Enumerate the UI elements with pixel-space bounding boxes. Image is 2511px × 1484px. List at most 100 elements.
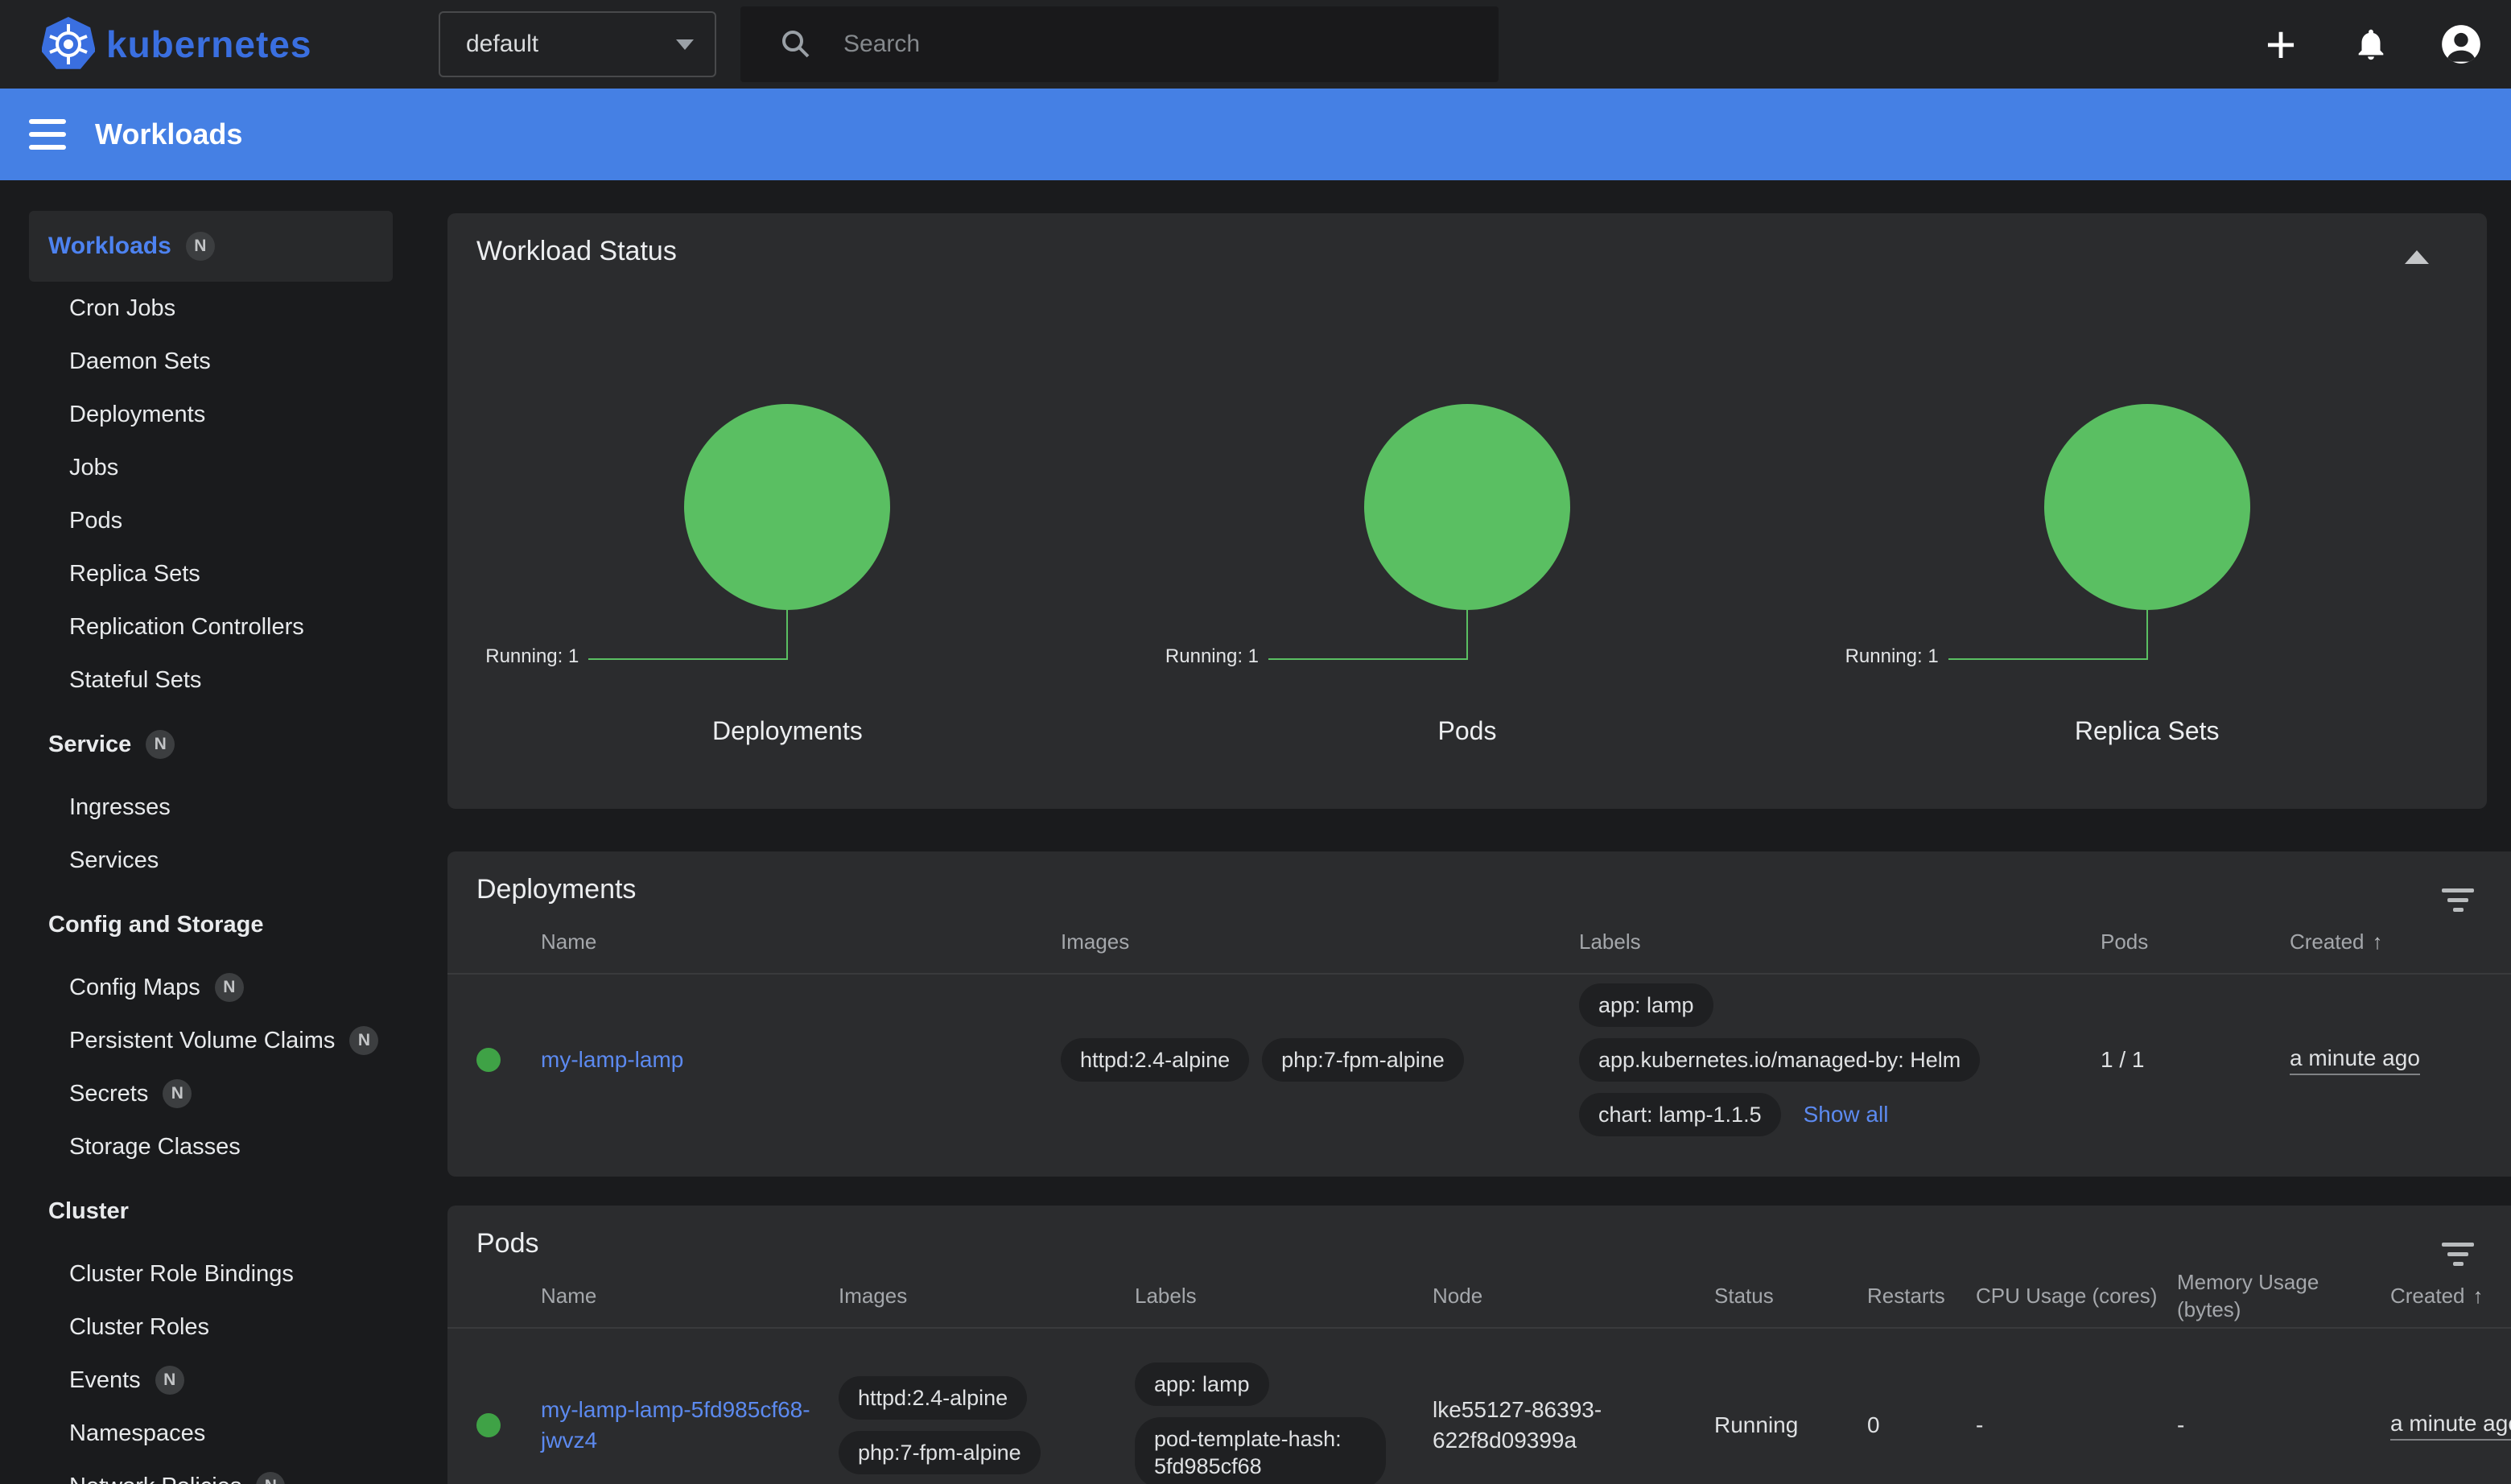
user-menu-button[interactable] (2439, 22, 2484, 67)
sidebar-item-ingresses[interactable]: Ingresses (0, 781, 418, 834)
workload-status-charts: Running: 1 Deployments Running: 1 Pods R… (447, 404, 2487, 758)
column-status-dot (447, 1264, 541, 1327)
new-badge: N (163, 1079, 192, 1108)
pods-title: Pods (476, 1228, 539, 1259)
collapse-icon[interactable] (2405, 250, 2429, 264)
brand-title[interactable]: kubernetes (106, 0, 311, 89)
column-status (447, 910, 541, 973)
column-labels: Labels (1135, 1264, 1433, 1327)
column-restarts: Restarts (1867, 1264, 1976, 1327)
table-row: my-lamp-lamp httpd:2.4-alpine php:7-fpm-… (447, 973, 2511, 1145)
filter-icon[interactable] (2440, 884, 2476, 916)
sidebar-item-events[interactable]: Events N (0, 1354, 418, 1407)
new-badge: N (349, 1026, 378, 1055)
chevron-down-icon (676, 39, 694, 50)
image-chip: httpd:2.4-alpine (839, 1376, 1027, 1420)
new-badge: N (146, 730, 175, 759)
image-chip: php:7-fpm-alpine (1262, 1038, 1464, 1082)
column-labels: Labels (1579, 910, 2101, 973)
search-input[interactable] (843, 6, 1499, 82)
sidebar-item-replication-controllers[interactable]: Replication Controllers (0, 600, 418, 653)
sidebar-item-secrets[interactable]: Secrets N (0, 1067, 418, 1120)
pod-name-link[interactable]: my-lamp-lamp-5fd985cf68-jwvz4 (541, 1395, 839, 1456)
pie-chart-deployments: Running: 1 Deployments (447, 404, 1128, 758)
deployment-name-link[interactable]: my-lamp-lamp (541, 1045, 699, 1075)
label-chip: pod-template-hash: 5fd985cf68 (1135, 1417, 1386, 1484)
pie-callout-label: Running: 1 (1165, 645, 1259, 668)
sidebar-item-persistent-volume-claims[interactable]: Persistent Volume Claims N (0, 1014, 418, 1067)
status-ok-icon (476, 1413, 501, 1437)
pie-chart-title: Deployments (447, 716, 1128, 746)
column-created[interactable]: Created ↑ (2290, 910, 2511, 973)
create-button[interactable]: + (2258, 22, 2303, 67)
search-bar (740, 6, 1499, 82)
pod-status-value: Running (1714, 1410, 1798, 1441)
status-ok-icon (476, 1048, 501, 1072)
column-status: Status (1714, 1264, 1867, 1327)
pie-chart-pods: Running: 1 Pods (1128, 404, 1808, 758)
sidebar-item-config-maps[interactable]: Config Maps N (0, 961, 418, 1014)
node-value: lke55127-86393-622f8d09399a (1433, 1395, 1714, 1456)
sidebar-item-storage-classes[interactable]: Storage Classes (0, 1120, 418, 1173)
sidebar-item-jobs[interactable]: Jobs (0, 441, 418, 494)
menu-button[interactable] (29, 119, 66, 150)
app-bar: Workloads (0, 89, 2511, 180)
pods-card: Pods Name Images Labels Node Status Rest… (447, 1206, 2511, 1484)
label-chip: app: lamp (1579, 983, 1713, 1027)
new-badge: N (256, 1472, 285, 1484)
pie-callout-label: Running: 1 (1845, 645, 1939, 668)
pods-table-header: Name Images Labels Node Status Restarts … (447, 1264, 2511, 1327)
table-row: my-lamp-lamp-5fd985cf68-jwvz4 httpd:2.4-… (447, 1327, 2511, 1484)
show-all-link[interactable]: Show all (1804, 1102, 1889, 1127)
avatar-icon (2440, 23, 2482, 65)
callout-line (786, 610, 788, 660)
label-chip: app.kubernetes.io/managed-by: Helm (1579, 1038, 1980, 1082)
sidebar-item-cron-jobs[interactable]: Cron Jobs (0, 282, 418, 335)
new-badge: N (155, 1366, 184, 1395)
column-node: Node (1433, 1264, 1714, 1327)
kubernetes-logo-icon[interactable] (42, 16, 95, 72)
column-cpu-usage: CPU Usage (cores) (1976, 1264, 2177, 1327)
sidebar-item-cluster-role-bindings[interactable]: Cluster Role Bindings (0, 1247, 418, 1301)
sidebar-item-pods[interactable]: Pods (0, 494, 418, 547)
callout-line (1466, 610, 1468, 660)
pie-chart-title: Pods (1128, 716, 1808, 746)
sidebar-item-workloads[interactable]: Workloads N (29, 211, 393, 282)
label-chip: chart: lamp-1.1.5 (1579, 1093, 1781, 1136)
deployments-table-header: Name Images Labels Pods Created ↑ (447, 910, 2511, 973)
namespace-selector[interactable]: default (439, 11, 716, 77)
deployments-card: Deployments Name Images Labels Pods Crea… (447, 851, 2511, 1177)
sidebar-item-stateful-sets[interactable]: Stateful Sets (0, 653, 418, 707)
workload-status-card: Workload Status Running: 1 Deployments R… (447, 213, 2487, 809)
sidebar-group-config-and-storage: Config and Storage (0, 898, 418, 951)
sidebar-nav: Workloads N Cron Jobs Daemon Sets Deploy… (0, 180, 418, 1484)
sidebar-item-network-policies[interactable]: Network Policies N (0, 1460, 418, 1484)
pie-running-segment (1364, 404, 1570, 610)
namespace-value: default (466, 31, 538, 58)
sidebar-item-cluster-roles[interactable]: Cluster Roles (0, 1301, 418, 1354)
created-value: a minute ago (2290, 1045, 2420, 1075)
workload-status-title: Workload Status (476, 236, 677, 266)
column-name[interactable]: Name (541, 910, 1061, 973)
bell-icon (2352, 26, 2389, 63)
image-chip: php:7-fpm-alpine (839, 1431, 1041, 1474)
sidebar-item-services[interactable]: Services (0, 834, 418, 887)
callout-line (2146, 610, 2148, 660)
sidebar-item-deployments[interactable]: Deployments (0, 388, 418, 441)
sidebar-item-daemon-sets[interactable]: Daemon Sets (0, 335, 418, 388)
column-name[interactable]: Name (541, 1264, 839, 1327)
image-chip: httpd:2.4-alpine (1061, 1038, 1249, 1082)
callout-line (588, 658, 787, 660)
sidebar-item-replica-sets[interactable]: Replica Sets (0, 547, 418, 600)
memory-usage-value: - (2177, 1410, 2184, 1441)
sidebar-item-namespaces[interactable]: Namespaces (0, 1407, 418, 1460)
filter-icon[interactable] (2440, 1238, 2476, 1270)
sidebar-item-service[interactable]: Service N (0, 718, 418, 771)
top-header: kubernetes default + (0, 0, 2511, 89)
column-pods: Pods (2101, 910, 2290, 973)
pie-chart-replica-sets: Running: 1 Replica Sets (1807, 404, 2487, 758)
hamburger-icon (29, 119, 66, 124)
notifications-button[interactable] (2348, 22, 2393, 67)
column-created[interactable]: Created ↑ (2390, 1264, 2511, 1327)
callout-line (1948, 658, 2147, 660)
